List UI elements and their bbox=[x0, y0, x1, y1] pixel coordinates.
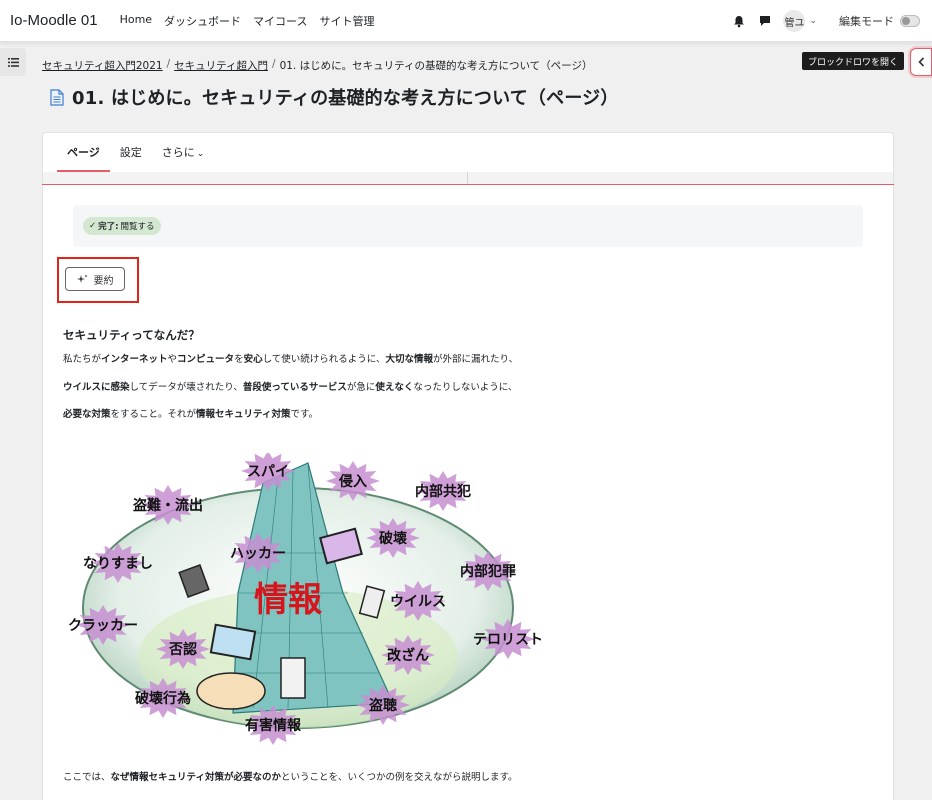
bold-text: インターネット bbox=[101, 354, 168, 365]
breadcrumb-course-category[interactable]: セキュリティ超入門2021 bbox=[42, 58, 163, 73]
threat-text: 有害情報 bbox=[245, 717, 302, 734]
threat-text: なりすまし bbox=[83, 556, 153, 572]
list-icon bbox=[7, 57, 19, 67]
activity-completion: ✓ 完了: 閲覧する bbox=[73, 205, 863, 247]
bold-text: コンピュータ bbox=[177, 354, 235, 365]
chevron-left-icon bbox=[917, 57, 924, 67]
text: です。 bbox=[290, 409, 319, 420]
edit-mode-label: 編集モード bbox=[839, 15, 894, 28]
secondary-navigation: ページ 設定 さらに ⌄ bbox=[42, 132, 894, 172]
bold-text: ウイルスに感染 bbox=[63, 382, 130, 393]
text: して使い続けられるように、 bbox=[262, 354, 386, 365]
text: が急に bbox=[346, 382, 376, 393]
site-brand[interactable]: Io-Moodle 01 bbox=[10, 12, 98, 29]
completion-badge: ✓ 完了: 閲覧する bbox=[83, 217, 161, 235]
threat-text: ハッカー bbox=[230, 546, 286, 562]
edit-mode-toggle[interactable] bbox=[900, 15, 920, 27]
navbar-right: 管ユ ⌄ 編集モード bbox=[731, 0, 920, 42]
bold-text: 普段使っているサービス bbox=[242, 382, 347, 393]
threat-text: 破壊 bbox=[379, 530, 408, 547]
paragraph: 私たちがインターネットやコンピュータを安心して使い続けられるように、大切な情報が… bbox=[63, 351, 518, 365]
bold-text: なぜ情報セキュリティ対策が必要なのか bbox=[110, 772, 281, 783]
threat-text: 盗難・流出 bbox=[133, 497, 203, 514]
tabs-strip bbox=[42, 172, 894, 184]
threat-label: 内部共犯 bbox=[415, 471, 471, 511]
paragraph: ウイルスに感染してデータが壊されたり、普段使っているサービスが急に使えなくなった… bbox=[63, 379, 517, 393]
text: を bbox=[234, 354, 244, 365]
content-heading: セキュリティってなんだ？ bbox=[63, 328, 200, 342]
text: ここでは、 bbox=[63, 772, 111, 783]
primary-navigation: Home ダッシュボード マイコース サイト管理 bbox=[120, 13, 375, 29]
divider bbox=[467, 172, 468, 184]
breadcrumb: セキュリティ超入門2021 / セキュリティ超入門 / 01. はじめに。セキュ… bbox=[42, 58, 592, 73]
summary-highlight: 要約 bbox=[57, 257, 139, 303]
threat-text: 侵入 bbox=[338, 473, 367, 490]
check-icon: ✓ bbox=[89, 221, 97, 231]
nav-site-admin[interactable]: サイト管理 bbox=[320, 13, 375, 29]
summary-button[interactable]: 要約 bbox=[65, 267, 125, 291]
text: や bbox=[167, 354, 178, 365]
threat-text: テロリスト bbox=[473, 632, 543, 648]
paragraph: 必要な対策をすること。それが情報セキュリティ対策です。 bbox=[63, 406, 318, 420]
threat-text: 盗聴 bbox=[369, 697, 397, 714]
user-avatar[interactable]: 管ユ bbox=[783, 10, 806, 32]
nav-home[interactable]: Home bbox=[120, 13, 152, 29]
sparkle-icon bbox=[76, 275, 87, 283]
message-icon[interactable] bbox=[757, 13, 773, 29]
text: をすること。それが bbox=[110, 409, 197, 420]
breadcrumb-course[interactable]: セキュリティ超入門 bbox=[174, 58, 268, 73]
edit-mode-control: 編集モード bbox=[839, 13, 920, 29]
threat-text: ウイルス bbox=[390, 594, 446, 610]
block-drawer-toggle[interactable] bbox=[910, 48, 932, 76]
block-drawer-tooltip: ブロックドロワを開く bbox=[802, 52, 905, 70]
main-content: ✓ 完了: 閲覧する 要約 セキュリティってなんだ？ 私たちがインターネットやコ… bbox=[42, 185, 894, 800]
top-navbar: Io-Moodle 01 Home ダッシュボード マイコース サイト管理 管ユ… bbox=[0, 0, 932, 42]
threat-text: 内部共犯 bbox=[415, 483, 471, 500]
completion-label: 完了: bbox=[98, 222, 119, 232]
summary-label: 要約 bbox=[93, 275, 114, 287]
tab-settings[interactable]: 設定 bbox=[110, 144, 152, 172]
tab-more-label: さらに bbox=[161, 146, 195, 159]
threat-text: 内部犯罪 bbox=[460, 563, 516, 580]
text: が外部に漏れたり、 bbox=[433, 354, 519, 365]
completion-value: 閲覧する bbox=[120, 222, 155, 232]
threat-text: 否認 bbox=[168, 641, 197, 658]
text: してデータが壊されたり、 bbox=[129, 382, 243, 393]
user-menu-chevron-icon[interactable]: ⌄ bbox=[809, 16, 817, 26]
bold-text: 大切な情報 bbox=[385, 354, 434, 365]
page-document-icon bbox=[50, 88, 64, 106]
bell-icon[interactable] bbox=[731, 13, 747, 29]
breadcrumb-separator: / bbox=[272, 58, 276, 70]
bold-text: 安心 bbox=[243, 354, 263, 365]
bold-text: 使えなく bbox=[375, 382, 414, 393]
page-title: 01. はじめに。セキュリティの基礎的な考え方について（ページ） bbox=[72, 88, 619, 109]
nav-dashboard[interactable]: ダッシュボード bbox=[164, 13, 241, 29]
tab-more[interactable]: さらに ⌄ bbox=[152, 144, 215, 172]
tab-page[interactable]: ページ bbox=[57, 144, 110, 172]
paragraph: ここでは、なぜ情報セキュリティ対策が必要なのかということを、いくつかの例を交えな… bbox=[63, 769, 518, 783]
threat-text: 破壊行為 bbox=[135, 690, 191, 707]
bold-text: 情報セキュリティ対策 bbox=[196, 409, 291, 420]
page-header: 01. はじめに。セキュリティの基礎的な考え方について（ページ） bbox=[50, 84, 619, 110]
nav-my-courses[interactable]: マイコース bbox=[253, 13, 307, 29]
illustration-center-label: 情報 bbox=[254, 580, 322, 620]
chevron-down-icon: ⌄ bbox=[196, 149, 205, 159]
threat-text: クラッカー bbox=[68, 618, 138, 634]
breadcrumb-current-page: 01. はじめに。セキュリティの基礎的な考え方について（ページ） bbox=[279, 60, 593, 72]
course-index-toggle[interactable] bbox=[0, 48, 26, 76]
text: なったりしないように、 bbox=[413, 382, 518, 393]
threat-text: スパイ bbox=[247, 464, 289, 480]
text: 私たちが bbox=[63, 354, 102, 365]
threat-text: 改ざん bbox=[387, 647, 429, 664]
security-threats-illustration: 情報 スパイ侵入内部共犯盗難・流出ハッカー 破壊なりすまし 内部犯罪ウイルスクラッカ… bbox=[68, 453, 543, 745]
text: ということを、いくつかの例を交えながら説明します。 bbox=[280, 772, 518, 783]
bold-text: 必要な対策 bbox=[63, 409, 111, 420]
breadcrumb-separator: / bbox=[166, 58, 171, 70]
